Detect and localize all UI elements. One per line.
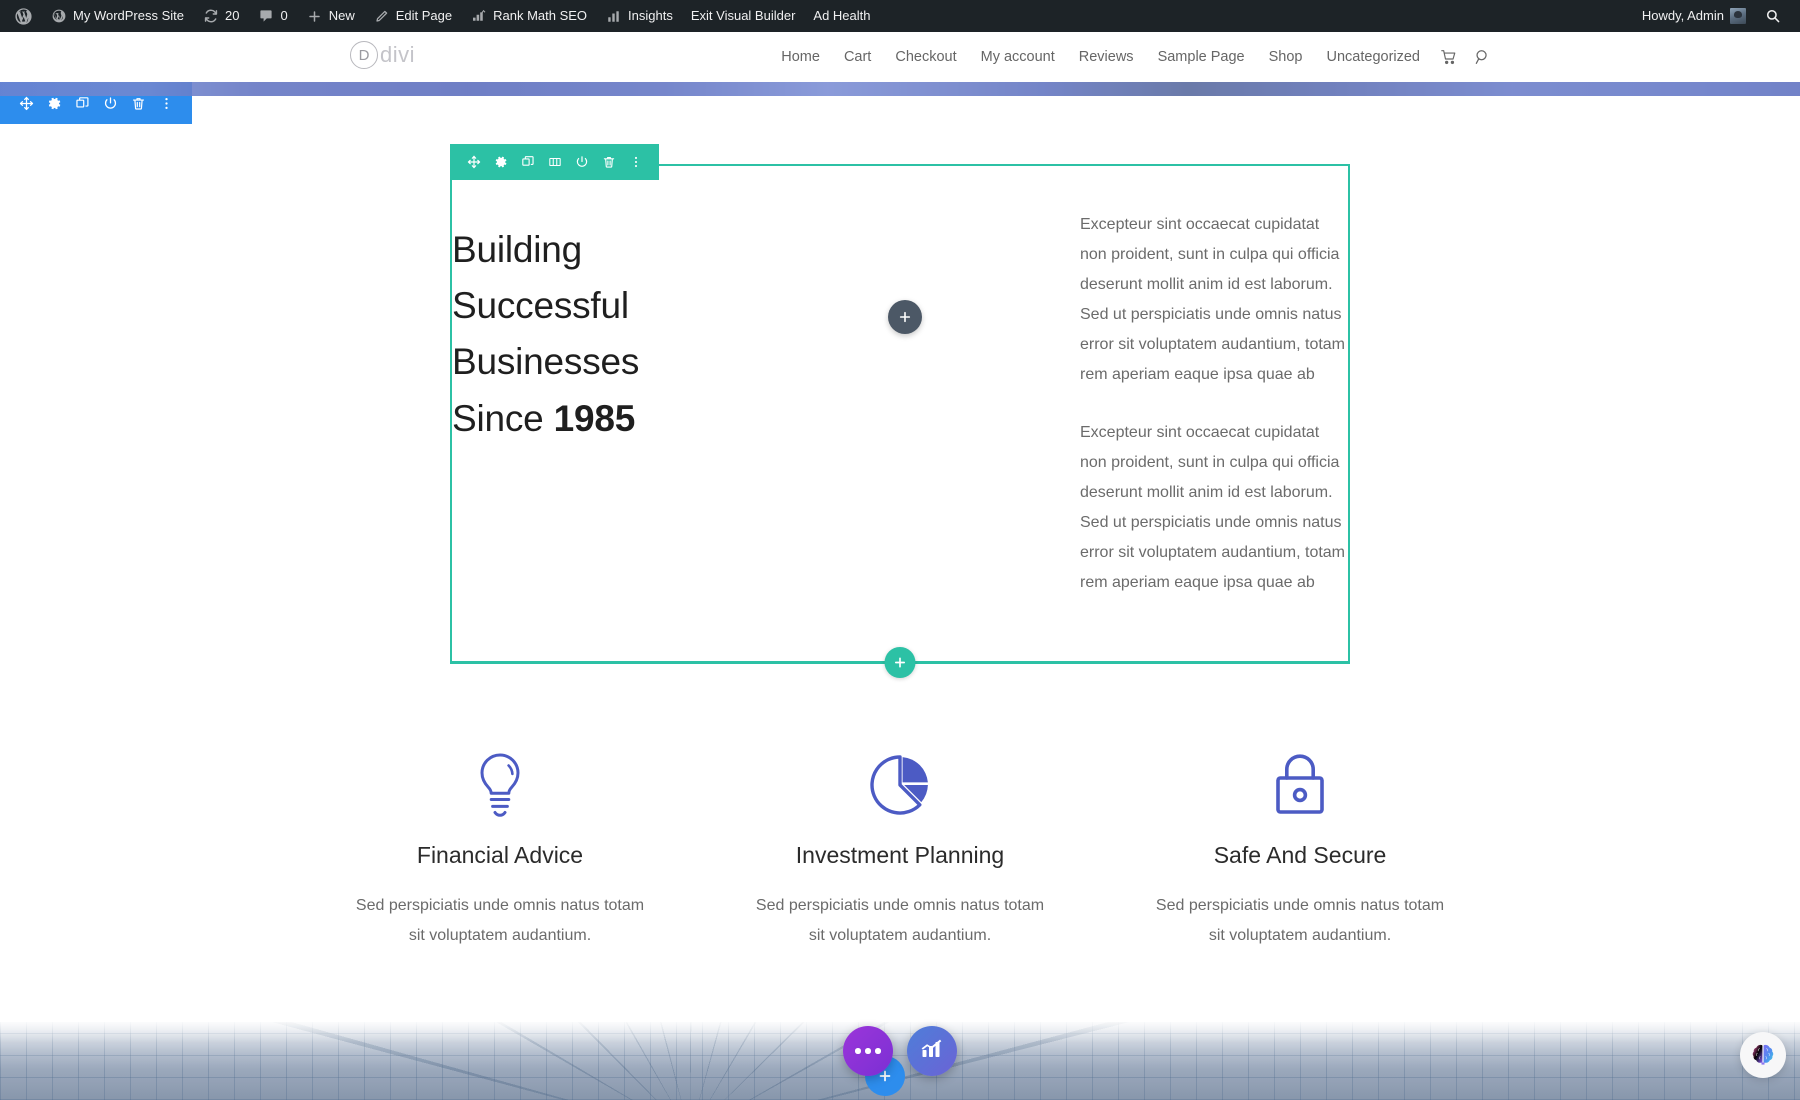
feature-card-safe-and-secure[interactable]: Safe And Secure Sed perspiciatis unde om… [1100, 742, 1500, 951]
divi-logo-text: divi [380, 42, 415, 68]
admin-bar-search-button[interactable] [1755, 0, 1790, 32]
row-more-button[interactable] [622, 144, 649, 180]
ellipsis-icon [855, 1048, 881, 1054]
admin-bar-rank-math-seo[interactable]: Rank Math SEO [461, 0, 596, 32]
admin-bar-site-name-label: My WordPress Site [73, 0, 184, 32]
row-columns-button[interactable] [541, 144, 568, 180]
nav-item-sample-page[interactable]: Sample Page [1146, 32, 1257, 82]
cart-icon[interactable] [1432, 32, 1466, 82]
feature-card-financial-advice[interactable]: Financial Advice Sed perspiciatis unde o… [300, 742, 700, 951]
divi-row-outline[interactable] [450, 164, 1350, 664]
admin-bar-insights-label: Insights [628, 0, 673, 32]
admin-bar-rank-math-label: Rank Math SEO [493, 0, 587, 32]
site-header: D divi Home Cart Checkout My account Rev… [0, 32, 1800, 82]
admin-bar-comments-count: 0 [280, 0, 287, 32]
pencil-icon [373, 8, 390, 25]
feature-title: Investment Planning [700, 842, 1100, 869]
nav-item-uncategorized[interactable]: Uncategorized [1315, 32, 1433, 82]
feature-text: Sed perspiciatis unde omnis natus totam … [1100, 891, 1500, 951]
feature-text: Sed perspiciatis unde omnis natus totam … [300, 891, 700, 951]
move-row-button[interactable] [460, 144, 487, 180]
row-toolbar [450, 144, 659, 180]
avatar [1730, 8, 1746, 24]
nav-item-checkout[interactable]: Checkout [883, 32, 968, 82]
admin-bar-greeting: Howdy, Admin [1642, 0, 1724, 32]
feature-title: Financial Advice [300, 842, 700, 869]
admin-bar-exit-visual-builder-label: Exit Visual Builder [691, 0, 796, 32]
search-icon [1764, 8, 1781, 25]
admin-bar-right-group: Howdy, Admin [1633, 0, 1800, 32]
wordpress-logo-icon [15, 8, 32, 25]
lightbulb-icon [300, 742, 700, 828]
rankmath-icon [470, 8, 487, 25]
visual-builder-canvas: Building Successful Businesses Since 198… [0, 82, 1800, 1100]
nav-item-cart[interactable]: Cart [832, 32, 883, 82]
lock-icon [1100, 742, 1500, 828]
nav-item-shop[interactable]: Shop [1257, 32, 1315, 82]
wp-admin-bar: My WordPress Site 20 0 [0, 0, 1800, 32]
site-logo[interactable]: D divi [350, 41, 415, 69]
site-icon [50, 8, 67, 25]
admin-bar-ad-health-label: Ad Health [813, 0, 870, 32]
admin-bar-my-account[interactable]: Howdy, Admin [1633, 0, 1755, 32]
admin-bar-updates[interactable]: 20 [193, 0, 248, 32]
main-navigation: Home Cart Checkout My account Reviews Sa… [769, 32, 1500, 82]
row-settings-button[interactable] [487, 144, 514, 180]
nav-item-reviews[interactable]: Reviews [1067, 32, 1146, 82]
divi-logo-mark-icon: D [350, 41, 378, 69]
divi-floating-toolbar [843, 1026, 957, 1076]
admin-bar-edit-page[interactable]: Edit Page [364, 0, 461, 32]
admin-bar-new[interactable]: New [297, 0, 364, 32]
admin-bar-wordpress-logo[interactable] [6, 0, 41, 32]
nav-item-home[interactable]: Home [769, 32, 832, 82]
nav-item-my-account[interactable]: My account [969, 32, 1067, 82]
header-search-icon[interactable] [1466, 32, 1500, 82]
feature-title: Safe And Secure [1100, 842, 1500, 869]
feature-text: Sed perspiciatis unde omnis natus totam … [700, 891, 1100, 951]
admin-bar-site-name[interactable]: My WordPress Site [41, 0, 193, 32]
admin-bar-insights[interactable]: Insights [596, 0, 682, 32]
ai-brain-icon [1750, 1042, 1776, 1068]
ai-assistant-button[interactable] [1740, 1032, 1786, 1078]
admin-bar-ad-health[interactable]: Ad Health [804, 0, 879, 32]
hero-background-band [0, 82, 1800, 96]
add-module-button[interactable] [888, 300, 922, 334]
admin-bar-edit-page-label: Edit Page [396, 0, 452, 32]
divi-stats-button[interactable] [907, 1026, 957, 1076]
feature-card-investment-planning[interactable]: Investment Planning Sed perspiciatis und… [700, 742, 1100, 951]
divi-menu-button[interactable] [843, 1026, 893, 1076]
admin-bar-new-label: New [329, 0, 355, 32]
admin-bar-updates-count: 20 [225, 0, 239, 32]
admin-bar-comments[interactable]: 0 [248, 0, 296, 32]
features-row: Financial Advice Sed perspiciatis unde o… [300, 742, 1500, 951]
updates-icon [202, 8, 219, 25]
divi-add-button[interactable] [865, 1056, 905, 1096]
add-row-button[interactable] [885, 647, 916, 678]
plus-icon [306, 8, 323, 25]
delete-row-button[interactable] [595, 144, 622, 180]
insights-bars-icon [605, 8, 622, 25]
admin-bar-left-group: My WordPress Site 20 0 [0, 0, 880, 32]
duplicate-row-button[interactable] [514, 144, 541, 180]
disable-row-button[interactable] [568, 144, 595, 180]
comments-icon [257, 8, 274, 25]
pie-chart-icon [700, 742, 1100, 828]
admin-bar-exit-visual-builder[interactable]: Exit Visual Builder [682, 0, 805, 32]
stats-bars-icon [920, 1038, 944, 1065]
